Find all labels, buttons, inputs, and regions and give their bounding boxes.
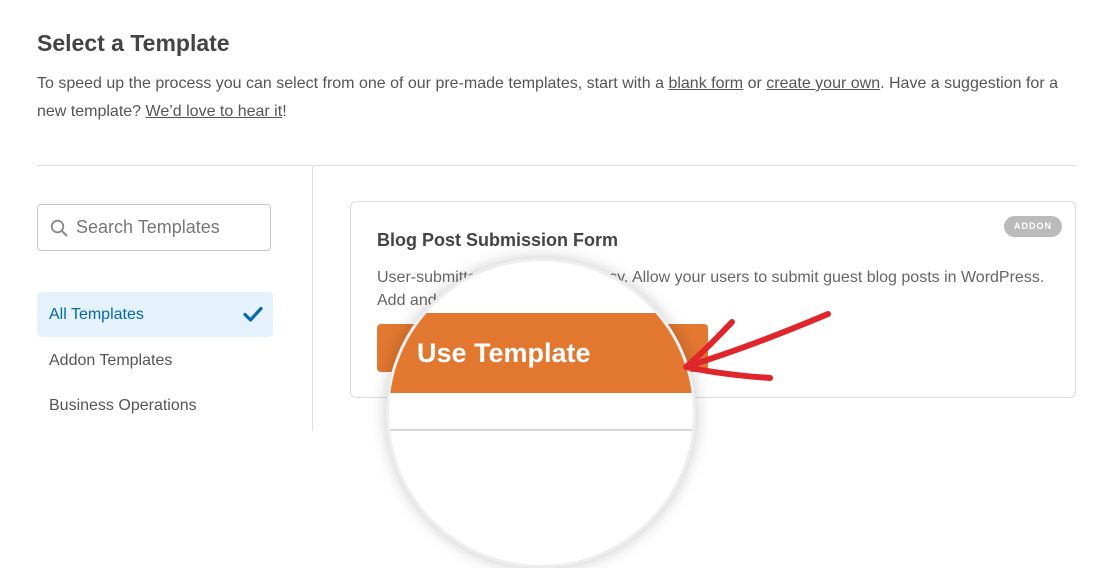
use-template-button[interactable]: Use Template (389, 313, 693, 393)
category-label: Business Operations (49, 397, 197, 414)
category-addon-templates[interactable]: Addon Templates (37, 338, 273, 383)
arrow-icon (683, 311, 831, 381)
addon-badge: ADDON (1004, 216, 1062, 237)
create-your-own-link[interactable]: create your own (766, 75, 880, 92)
category-label: Addon Templates (49, 352, 173, 369)
suggest-template-link[interactable]: We’d love to hear it (146, 103, 283, 120)
zoom-magnifier: Use Template (386, 258, 696, 568)
category-label: All Templates (49, 306, 144, 323)
category-all-templates[interactable]: All Templates (37, 292, 273, 337)
template-title: Blog Post Submission Form (377, 230, 619, 250)
header-divider (37, 165, 1077, 166)
search-icon (50, 219, 68, 237)
page-title: Select a Template (37, 30, 230, 56)
blank-form-link[interactable]: blank form (668, 75, 743, 92)
sidebar-divider (312, 166, 313, 431)
search-box[interactable] (37, 204, 271, 251)
category-business-operations[interactable]: Business Operations (37, 383, 273, 428)
search-input[interactable] (76, 205, 266, 250)
checkmark-icon (243, 306, 263, 322)
intro-text: To speed up the process you can select f… (37, 75, 1058, 120)
